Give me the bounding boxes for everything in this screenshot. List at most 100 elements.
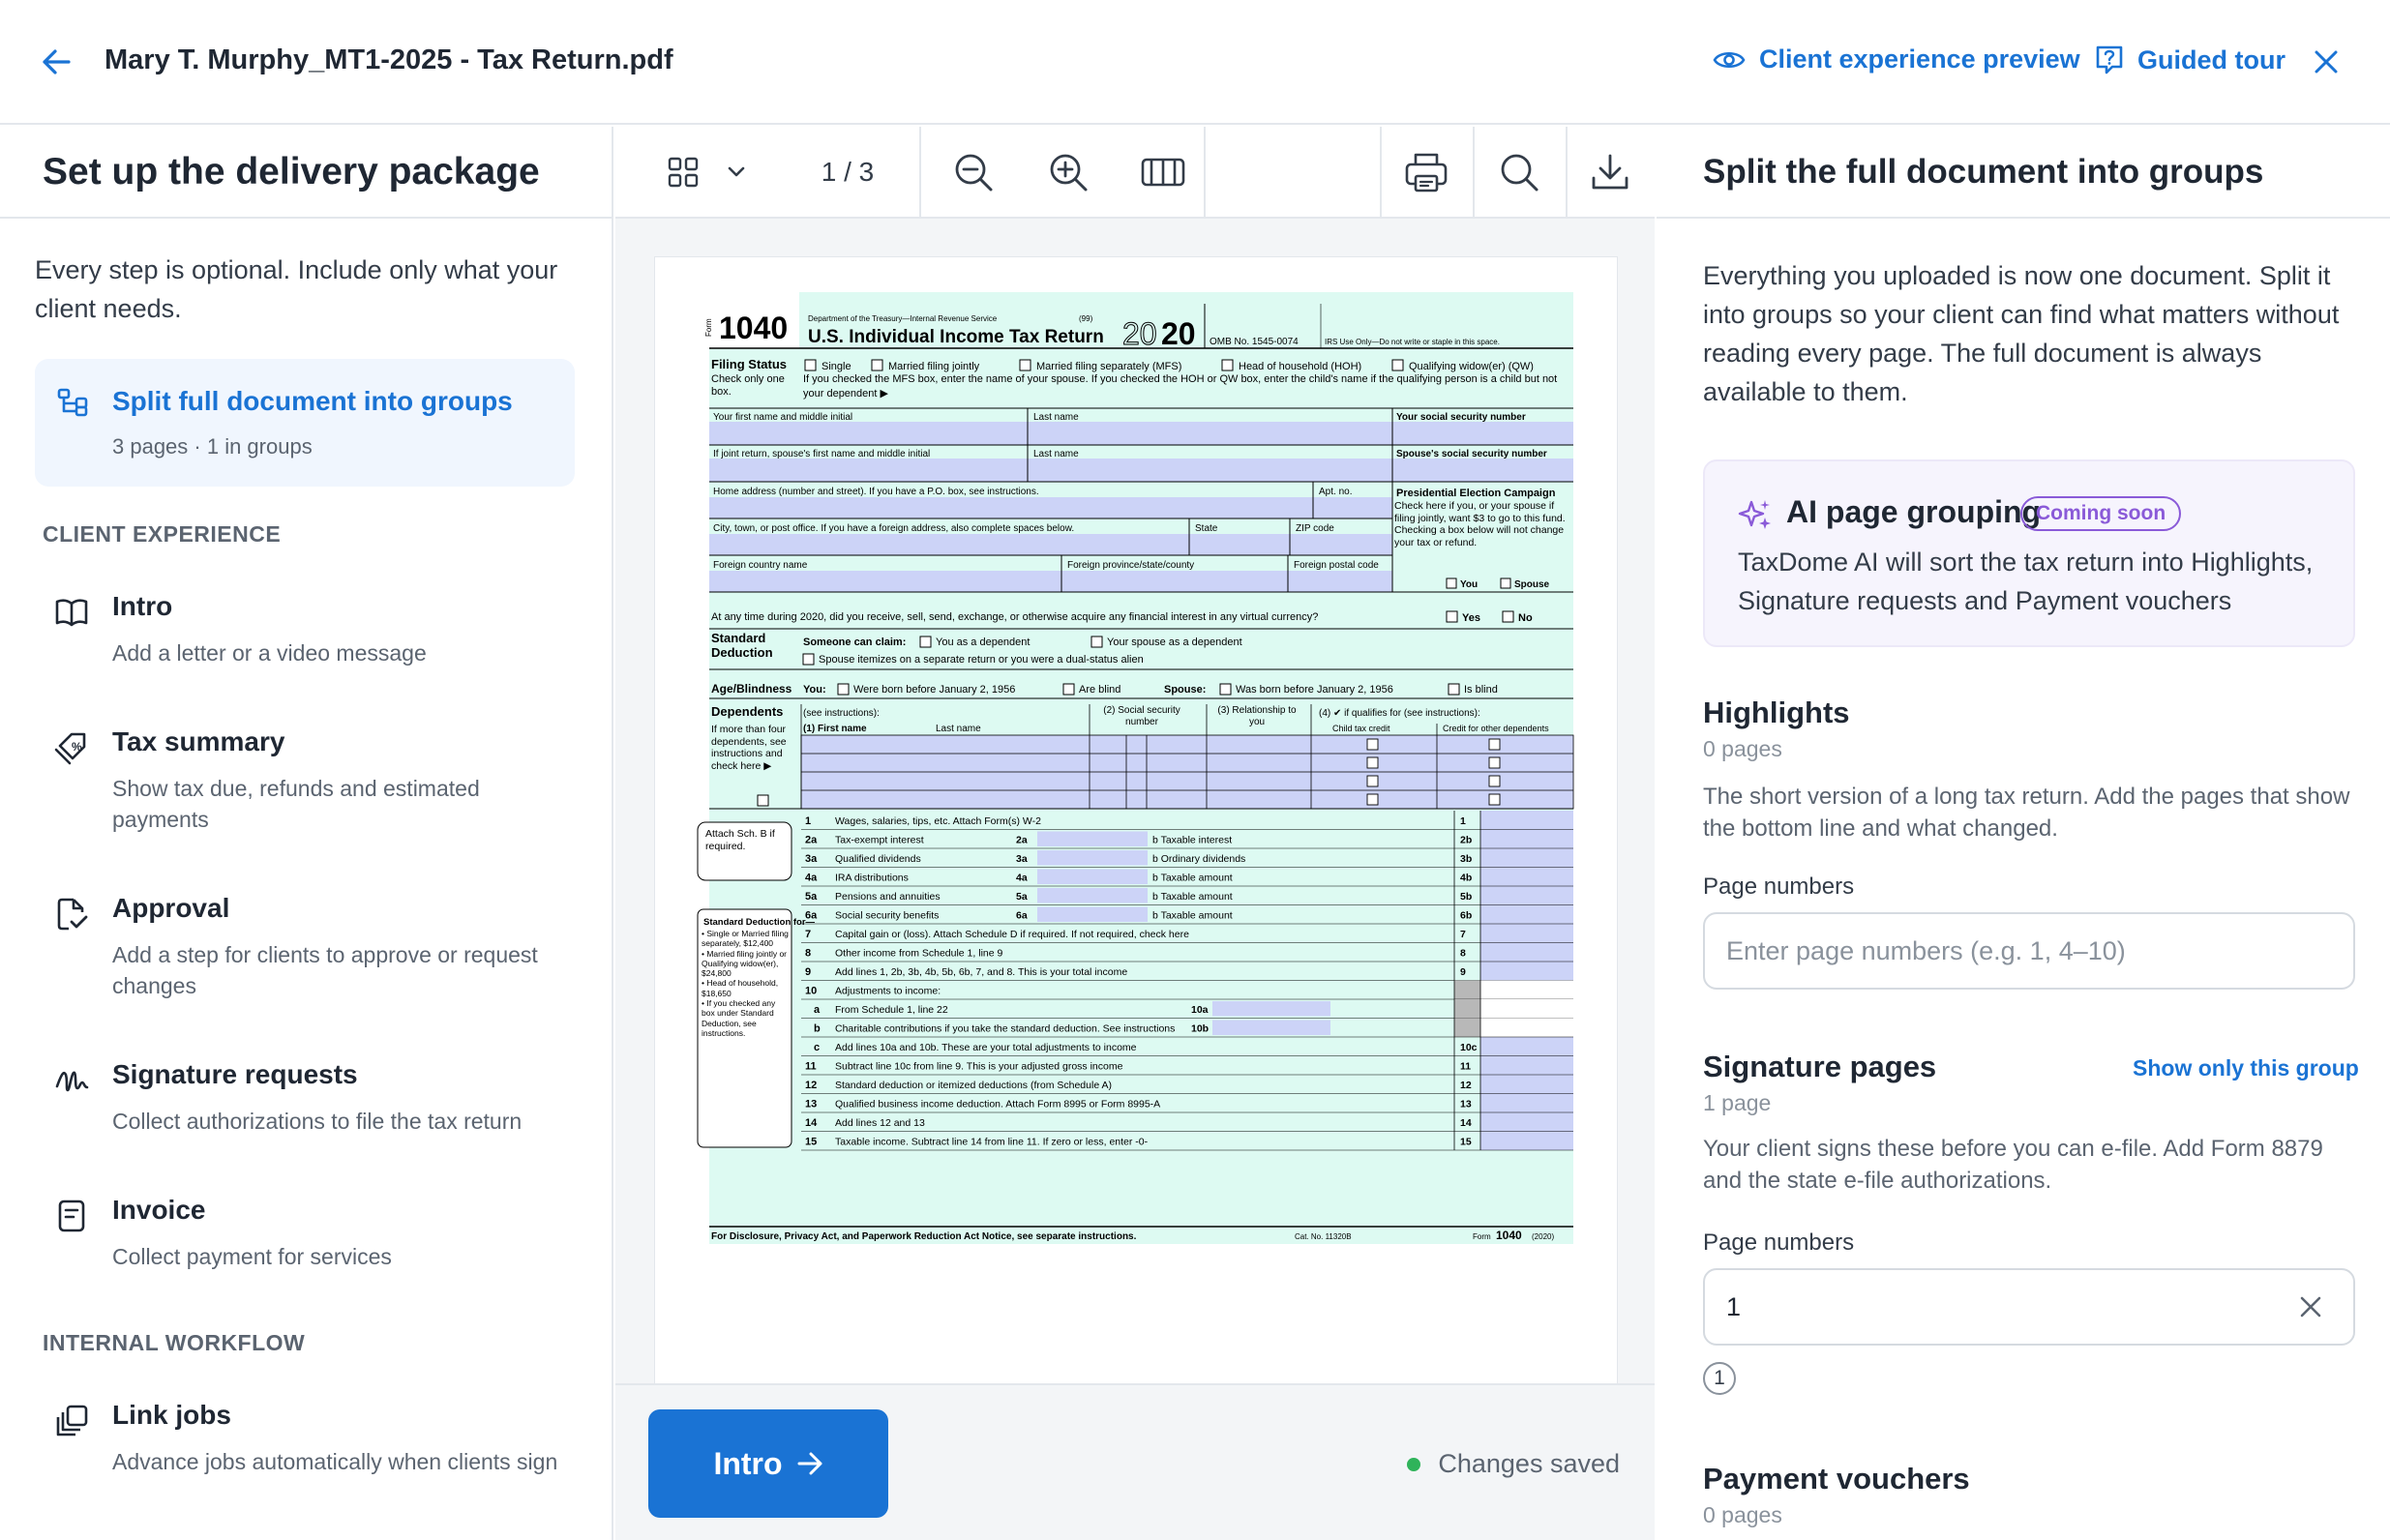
zoom-in-button[interactable] xyxy=(1030,127,1107,217)
page-chip[interactable]: 1 xyxy=(1703,1362,1736,1395)
print-button[interactable] xyxy=(1380,127,1473,217)
dep-qualifies: (4) ✔ if qualifies for (see instructions… xyxy=(1319,708,1480,719)
arrow-right-icon xyxy=(797,1452,822,1475)
line-number: 1 xyxy=(805,815,811,827)
approval-doc-icon xyxy=(57,898,88,931)
pec-text: Check here if you, or your spouse if fil… xyxy=(1394,500,1566,548)
signature-pages-description: Your client signs these before you can e… xyxy=(1703,1136,2323,1194)
line-mid-label: 4a xyxy=(1016,873,1028,884)
step-signature-requests[interactable]: Signature requests Collect authorization… xyxy=(43,1059,584,1156)
age-blindness-label: Age/Blindness xyxy=(711,682,792,696)
shaded-cell xyxy=(1454,999,1480,1019)
coming-soon-badge: Coming soon xyxy=(2020,496,2182,531)
step-intro[interactable]: Intro Add a letter or a video message xyxy=(43,591,584,688)
step-approval[interactable]: Approval Add a step for clients to appro… xyxy=(43,893,584,1009)
tax-tag-icon: % xyxy=(54,732,86,765)
form-dept: Department of the Treasury—Internal Reve… xyxy=(808,314,998,323)
line-number: 10 xyxy=(805,986,817,997)
step-split-document[interactable]: Split full document into groups 3 pages … xyxy=(35,359,575,487)
form-irs-only: IRS Use Only—Do not write or staple in t… xyxy=(1325,338,1500,346)
step-link-jobs[interactable]: Link jobs Advance jobs automatically whe… xyxy=(43,1400,584,1496)
chevron-down-icon xyxy=(728,166,745,176)
next-intro-label: Intro xyxy=(713,1445,783,1481)
footer-notice: For Disclosure, Privacy Act, and Paperwo… xyxy=(711,1231,1137,1242)
attach-sch-b: Attach Sch. B if required. xyxy=(705,828,775,852)
ai-grouping-title: AI page grouping xyxy=(1786,494,2042,529)
search-button[interactable] xyxy=(1473,127,1566,217)
spouse-is-blind: Is blind xyxy=(1464,684,1498,696)
show-only-this-group-link[interactable]: Show only this group xyxy=(2133,1055,2359,1081)
line-text: Adjustments to income: xyxy=(835,986,941,997)
line-ref: 2b xyxy=(1460,835,1472,846)
highlights-title: Highlights xyxy=(1703,696,1850,729)
search-icon xyxy=(1501,154,1539,191)
footer-form: Form xyxy=(1473,1232,1491,1241)
line-b-text: b Taxable amount xyxy=(1152,891,1233,903)
download-button[interactable] xyxy=(1566,127,1655,217)
dep-first-name: (1) First name xyxy=(803,724,867,734)
ai-grouping-description: TaxDome AI will sort the tax return into… xyxy=(1738,548,2314,615)
book-icon xyxy=(55,599,88,627)
internal-workflow-label: INTERNAL WORKFLOW xyxy=(43,1330,306,1355)
step-invoice-title: Invoice xyxy=(112,1195,206,1225)
thumbnails-dropdown[interactable] xyxy=(639,127,774,217)
right-panel-header: Split the full document into groups xyxy=(1657,127,2390,219)
line-number: 13 xyxy=(805,1099,817,1111)
line-mid-label: 3a xyxy=(1016,853,1028,865)
step-invoice[interactable]: Invoice Collect payment for services xyxy=(43,1195,584,1291)
client-experience-preview-link[interactable]: Client experience preview xyxy=(1713,44,2080,74)
link-jobs-icon xyxy=(56,1405,88,1436)
grid-icon xyxy=(668,157,699,187)
line-number: 8 xyxy=(805,948,811,960)
viewer-toolbar: 1 / 3 xyxy=(615,127,1655,219)
two-page-view-button[interactable] xyxy=(1124,127,1202,217)
mid-amount-box xyxy=(1212,1020,1330,1035)
zoom-out-icon xyxy=(955,154,993,191)
last-name-label: Last name xyxy=(1033,412,1079,423)
pdf-page[interactable]: Form 1040 Department of the Treasury—Int… xyxy=(655,257,1617,1513)
next-intro-button[interactable]: Intro xyxy=(648,1409,888,1518)
line-mid-label: 10b xyxy=(1191,1023,1209,1035)
top-bar: Mary T. Murphy_MT1-2025 - Tax Return.pdf… xyxy=(0,0,2390,125)
line-b-text: b Ordinary dividends xyxy=(1152,853,1245,865)
step-approval-title: Approval xyxy=(112,893,230,923)
signature-icon xyxy=(55,1071,89,1092)
zip-label: ZIP code xyxy=(1296,523,1334,534)
footer-form-number: 1040 xyxy=(1496,1229,1522,1242)
line-text: Taxable income. Subtract line 14 from li… xyxy=(835,1137,1149,1148)
highlights-page-numbers-input[interactable] xyxy=(1703,912,2355,990)
shaded-cell xyxy=(1454,980,1480,999)
vc-no: No xyxy=(1518,612,1533,624)
dependents-label: Dependents xyxy=(711,704,783,719)
line-b-text: b Taxable amount xyxy=(1152,873,1233,884)
client-experience-preview-label: Client experience preview xyxy=(1759,44,2080,74)
spouse-born-before: Was born before January 2, 1956 xyxy=(1236,684,1393,696)
mid-amount-box xyxy=(1037,831,1148,846)
home-address-label: Home address (number and street). If you… xyxy=(713,487,1039,497)
print-icon xyxy=(1405,153,1448,192)
close-button[interactable] xyxy=(2307,43,2345,81)
vc-yes: Yes xyxy=(1462,612,1480,624)
line-text: Other income from Schedule 1, line 9 xyxy=(835,948,1002,960)
signature-field-label: Page numbers xyxy=(1703,1229,1855,1256)
step-link-jobs-title: Link jobs xyxy=(112,1400,231,1430)
footer-cat: Cat. No. 11320B xyxy=(1295,1232,1352,1241)
guided-tour-link[interactable]: Guided tour xyxy=(2095,44,2285,75)
line-text: Add lines 10a and 10b. These are your to… xyxy=(835,1042,1137,1053)
form-number: 1040 xyxy=(719,311,788,345)
right-panel-title: Split the full document into groups xyxy=(1703,152,2264,191)
close-icon xyxy=(2315,50,2338,74)
right-panel-description: Everything you uploaded is now one docum… xyxy=(1703,261,2340,406)
std-box-title: Standard Deduction for— xyxy=(703,917,816,928)
zoom-in-icon xyxy=(1050,154,1088,191)
back-button[interactable] xyxy=(35,43,77,81)
spouse-first-name-label: If joint return, spouse's first name and… xyxy=(713,449,930,459)
mid-amount-box xyxy=(1037,869,1148,884)
zoom-out-button[interactable] xyxy=(935,127,1012,217)
step-tax-summary[interactable]: % Tax summary Show tax due, refunds and … xyxy=(43,726,584,843)
download-icon xyxy=(1592,154,1628,189)
signature-page-numbers-input[interactable] xyxy=(1703,1268,2355,1346)
left-panel-header: Set up the delivery package xyxy=(0,127,612,219)
left-panel: Set up the delivery package Every step i… xyxy=(0,127,613,1540)
clear-input-button[interactable] xyxy=(2289,1286,2332,1328)
